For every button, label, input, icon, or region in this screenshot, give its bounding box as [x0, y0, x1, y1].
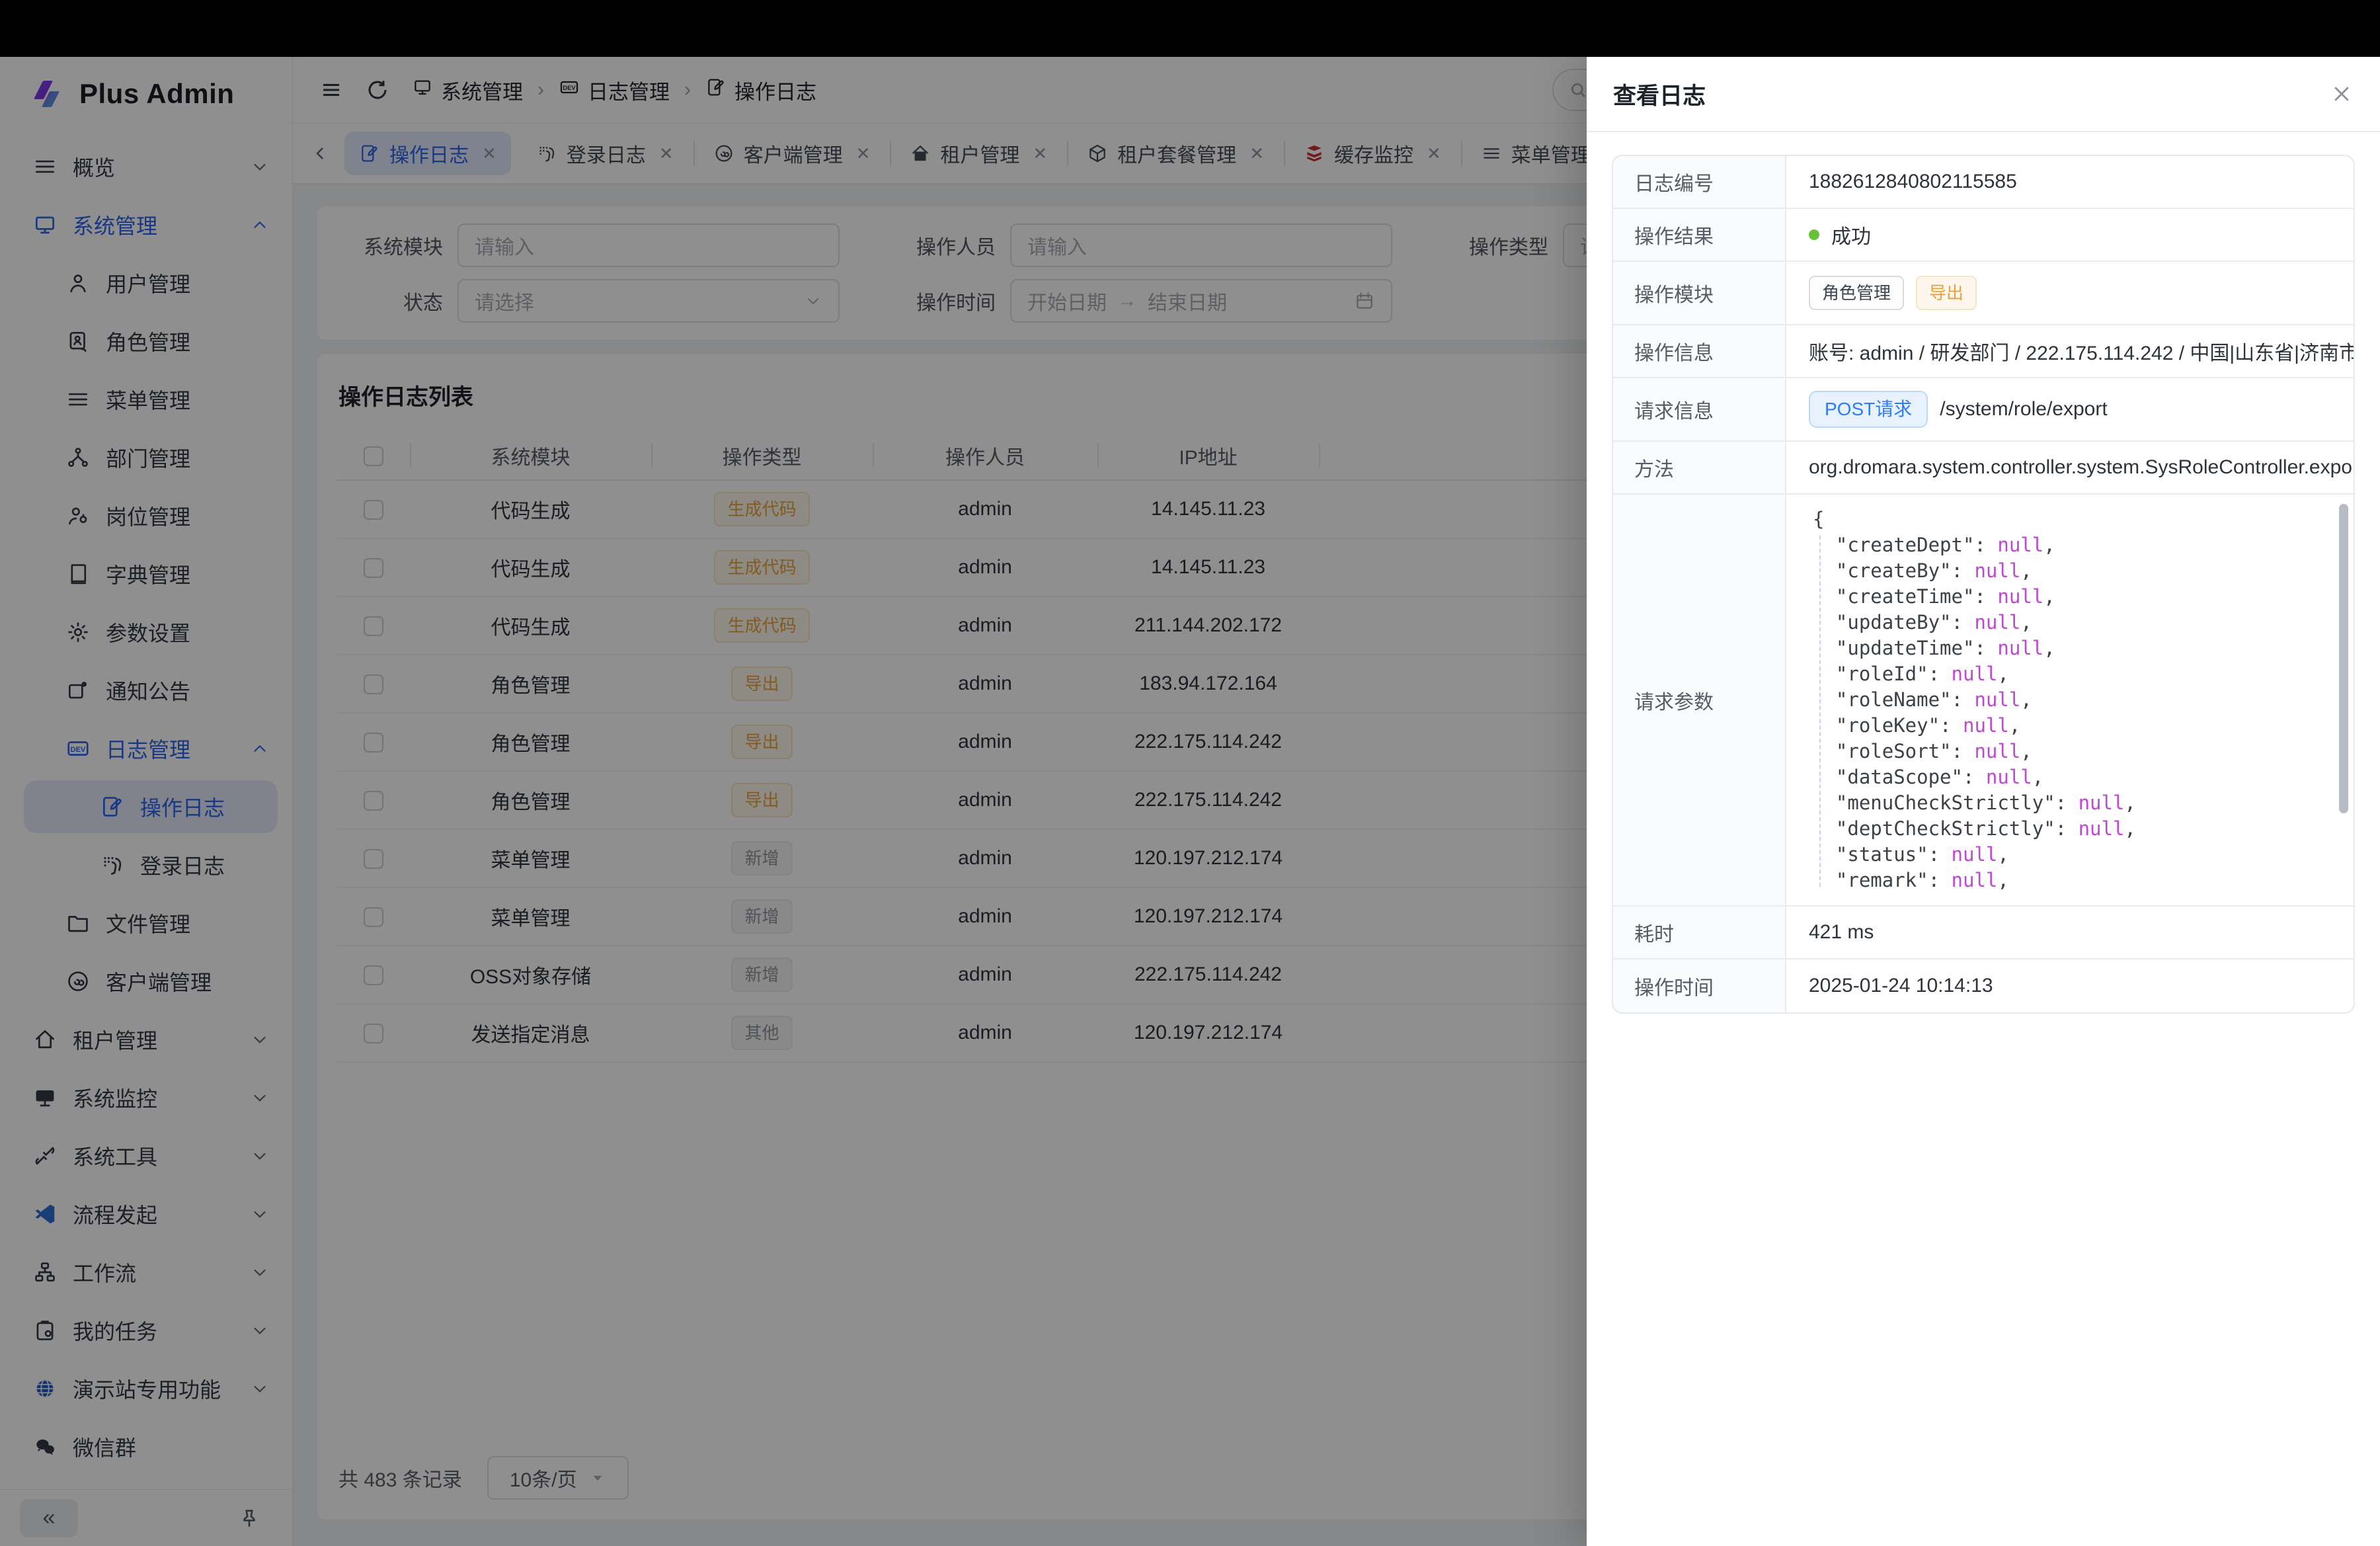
top-black-bar [0, 0, 2380, 57]
result-value: 成功 [1831, 220, 1871, 249]
drawer-close-button[interactable] [2330, 82, 2354, 106]
duration-value: 421 ms [1809, 921, 1874, 944]
detail-row-method: 方法 org.dromara.system.controller.system.… [1613, 442, 2354, 495]
json-line: "dataScope": null, [1813, 764, 2347, 790]
post-method-tag: POST请求 [1809, 391, 1928, 428]
request-url: /system/role/export [1940, 398, 2107, 421]
json-line: "status": null, [1813, 842, 2347, 868]
field-label: 耗时 [1613, 907, 1786, 958]
field-label: 请求信息 [1613, 378, 1786, 440]
time-value: 2025-01-24 10:14:13 [1809, 975, 1993, 997]
json-line: "roleName": null, [1813, 687, 2347, 713]
app-window: Plus Admin 概览系统管理用户管理角色管理菜单管理部门管理岗位管理字典管… [0, 57, 2380, 1546]
json-line: "createBy": null, [1813, 558, 2347, 584]
drawer-header: 查看日志 [1587, 57, 2380, 132]
json-line: "roleKey": null, [1813, 713, 2347, 739]
json-line: "roleId": null, [1813, 661, 2347, 687]
view-log-drawer: 查看日志 日志编号 1882612840802115585 操作结果 [1587, 57, 2380, 1546]
detail-row-module: 操作模块 角色管理 导出 [1613, 262, 2354, 325]
json-line: "createDept": null, [1813, 532, 2347, 558]
field-label: 请求参数 [1613, 495, 1786, 905]
module-tag: 角色管理 [1809, 276, 1904, 310]
close-icon [2330, 82, 2354, 106]
screen: Plus Admin 概览系统管理用户管理角色管理菜单管理部门管理岗位管理字典管… [0, 0, 2380, 1546]
field-label: 操作时间 [1613, 959, 1786, 1012]
log-id-value: 1882612840802115585 [1809, 171, 2017, 193]
detail-row-request: 请求信息 POST请求 /system/role/export [1613, 378, 2354, 442]
json-line: "menuCheckStrictly": null, [1813, 790, 2347, 816]
json-line: "updateBy": null, [1813, 610, 2347, 635]
code-scrollbar[interactable] [2339, 504, 2348, 813]
json-line: "roleSort": null, [1813, 739, 2347, 764]
indent-guide [1819, 536, 1821, 887]
json-line: "updateTime": null, [1813, 635, 2347, 661]
detail-row-params: 请求参数 { "createDept": null, "createBy": n… [1613, 495, 2354, 907]
detail-row-duration: 耗时 421 ms [1613, 907, 2354, 959]
detail-row-op-info: 操作信息 账号: admin / 研发部门 / 222.175.114.242 … [1613, 325, 2354, 378]
method-value: org.dromara.system.controller.system.Sys… [1809, 456, 2355, 479]
field-label: 方法 [1613, 442, 1786, 493]
field-label: 操作结果 [1613, 209, 1786, 261]
field-label: 日志编号 [1613, 156, 1786, 208]
field-label: 操作信息 [1613, 325, 1786, 377]
op-info-value: 账号: admin / 研发部门 / 222.175.114.242 / 中国|… [1809, 337, 2355, 366]
detail-row-log-id: 日志编号 1882612840802115585 [1613, 156, 2354, 209]
field-label: 操作模块 [1613, 262, 1786, 324]
json-line: "remark": null, [1813, 868, 2347, 893]
json-line: { [1813, 507, 2347, 532]
detail-row-result: 操作结果 成功 [1613, 209, 2354, 262]
log-detail-table: 日志编号 1882612840802115585 操作结果 成功 操作模块 [1612, 155, 2355, 1014]
json-line: "deptCheckStrictly": null, [1813, 816, 2347, 842]
success-status-dot [1809, 229, 1819, 240]
action-tag: 导出 [1916, 276, 1977, 310]
detail-row-time: 操作时间 2025-01-24 10:14:13 [1613, 959, 2354, 1012]
json-line: "createTime": null, [1813, 584, 2347, 610]
drawer-title: 查看日志 [1613, 77, 1706, 111]
request-params-json[interactable]: { "createDept": null, "createBy": null, … [1809, 507, 2347, 893]
modal-dim-overlay[interactable] [0, 57, 1587, 1546]
drawer-body: 日志编号 1882612840802115585 操作结果 成功 操作模块 [1587, 132, 2380, 1036]
